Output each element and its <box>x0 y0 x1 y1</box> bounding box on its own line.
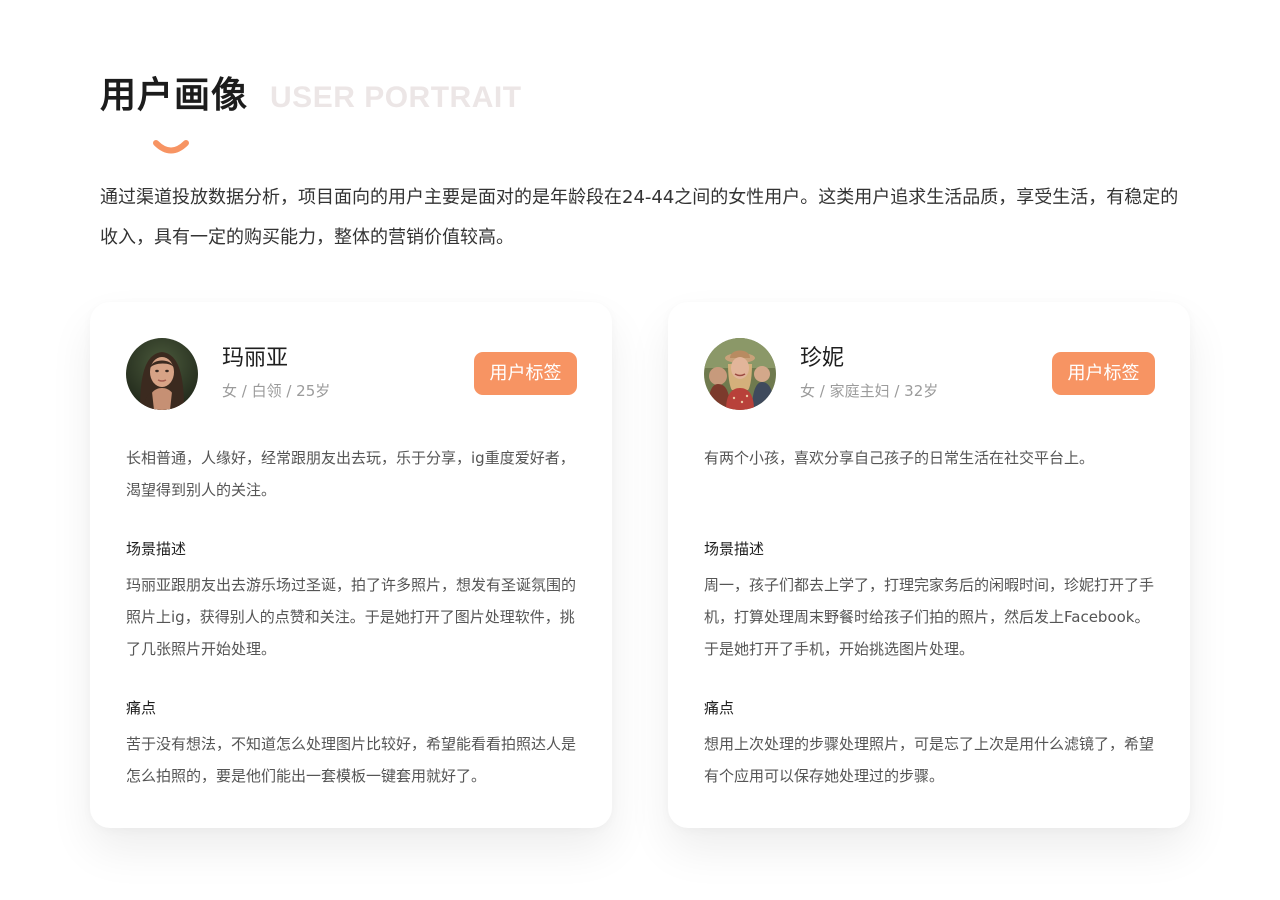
persona-name: 玛丽亚 <box>222 346 289 371</box>
page-subtitle: USER PORTRAIT <box>270 81 522 114</box>
scene-description: 周一，孩子们都去上学了，打理完家务后的闲暇时间，珍妮打开了手机，打算处理周末野餐… <box>704 576 1155 658</box>
persona-meta: 女 / 家庭主妇 / 32岁 <box>800 382 939 400</box>
persona-card-jenny: 珍妮 女 / 家庭主妇 / 32岁 用户标签 有两个小孩，喜欢分享自己孩子的日常… <box>668 302 1190 828</box>
persona-name: 珍妮 <box>800 346 845 371</box>
avatar-portrait-image <box>126 338 198 410</box>
pain-point-title: 痛点 <box>704 699 735 717</box>
pain-point-title: 痛点 <box>126 699 157 717</box>
section-heading: 用户画像 USER PORTRAIT <box>100 72 522 120</box>
scene-title: 场景描述 <box>704 540 765 558</box>
user-tag-button[interactable]: 用户标签 <box>474 352 577 395</box>
page-title: 用户画像 <box>100 75 249 116</box>
user-portrait-page: 用户画像 USER PORTRAIT 通过渠道投放数据分析，项目面向的用户主要是… <box>0 0 1280 900</box>
scene-title: 场景描述 <box>126 540 187 558</box>
avatar <box>126 338 198 410</box>
avatar <box>704 338 776 410</box>
pain-point-description: 苦于没有想法，不知道怎么处理图片比较好，希望能看看拍照达人是怎么拍照的，要是他们… <box>126 735 577 785</box>
smile-accent-icon <box>153 140 189 154</box>
avatar-family-photo-image <box>704 338 776 410</box>
persona-meta: 女 / 白领 / 25岁 <box>222 382 331 400</box>
user-tag-button[interactable]: 用户标签 <box>1052 352 1155 395</box>
scene-description: 玛丽亚跟朋友出去游乐场过圣诞，拍了许多照片，想发有圣诞氛围的照片上ig，获得别人… <box>126 576 577 658</box>
persona-description: 有两个小孩，喜欢分享自己孩子的日常生活在社交平台上。 <box>704 449 1095 467</box>
pain-point-description: 想用上次处理的步骤处理照片，可是忘了上次是用什么滤镜了，希望有个应用可以保存她处… <box>704 735 1155 785</box>
persona-description: 长相普通，人缘好，经常跟朋友出去玩，乐于分享，ig重度爱好者，渴望得到别人的关注… <box>126 449 575 499</box>
persona-card-maria: 玛丽亚 女 / 白领 / 25岁 用户标签 长相普通，人缘好，经常跟朋友出去玩，… <box>90 302 612 828</box>
intro-paragraph: 通过渠道投放数据分析，项目面向的用户主要是面对的是年龄段在24-44之间的女性用… <box>100 187 1179 248</box>
